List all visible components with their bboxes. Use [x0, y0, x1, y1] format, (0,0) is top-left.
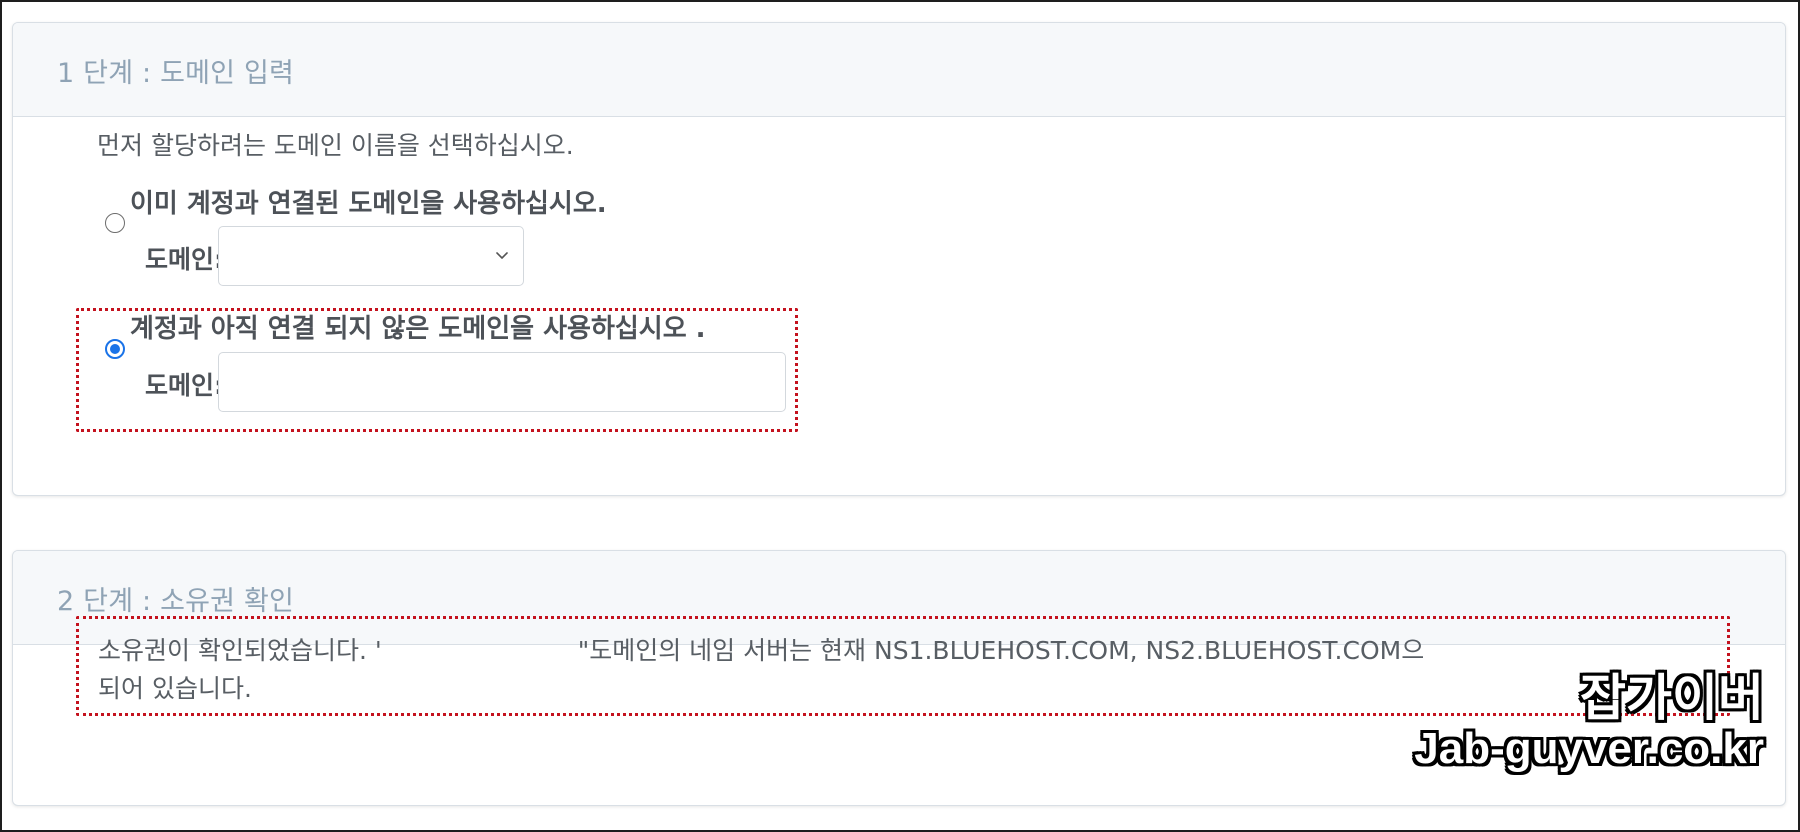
step1-header: 1 단계 : 도메인 입력 — [13, 23, 1785, 117]
step1-title: 1 단계 : 도메인 입력 — [57, 58, 295, 89]
step1-intro-text: 먼저 할당하려는 도메인 이름을 선택하십시오. — [97, 131, 574, 160]
new-domain-option-label[interactable]: 계정과 아직 연결 되지 않은 도메인을 사용하십시오 . — [130, 308, 706, 345]
new-domain-field-label: 도메인: — [145, 371, 224, 400]
new-domain-radio[interactable] — [105, 339, 125, 359]
new-domain-input[interactable] — [218, 352, 786, 412]
step2-header: 2 단계 : 소유권 확인 — [13, 551, 1785, 645]
ownership-verified-message: 소유권이 확인되었습니다. ' "도메인의 네임 서버는 현재 NS1.BLUEH… — [98, 632, 1718, 708]
step2-title: 2 단계 : 소유권 확인 — [57, 586, 295, 617]
existing-domain-radio[interactable] — [105, 213, 125, 233]
verify-message-part2: "도메인의 네임 서버는 현재 NS1.BLUEHOST.COM, NS2.BL… — [577, 636, 1425, 665]
existing-domain-option-label[interactable]: 이미 계정과 연결된 도메인을 사용하십시오. — [130, 183, 607, 220]
chevron-down-icon — [496, 252, 508, 259]
verify-message-part1: 소유권이 확인되었습니다. ' — [98, 636, 382, 665]
existing-domain-select[interactable] — [218, 226, 524, 286]
existing-domain-field-label: 도메인: — [145, 245, 224, 274]
verify-message-line2: 되어 있습니다. — [98, 674, 252, 703]
